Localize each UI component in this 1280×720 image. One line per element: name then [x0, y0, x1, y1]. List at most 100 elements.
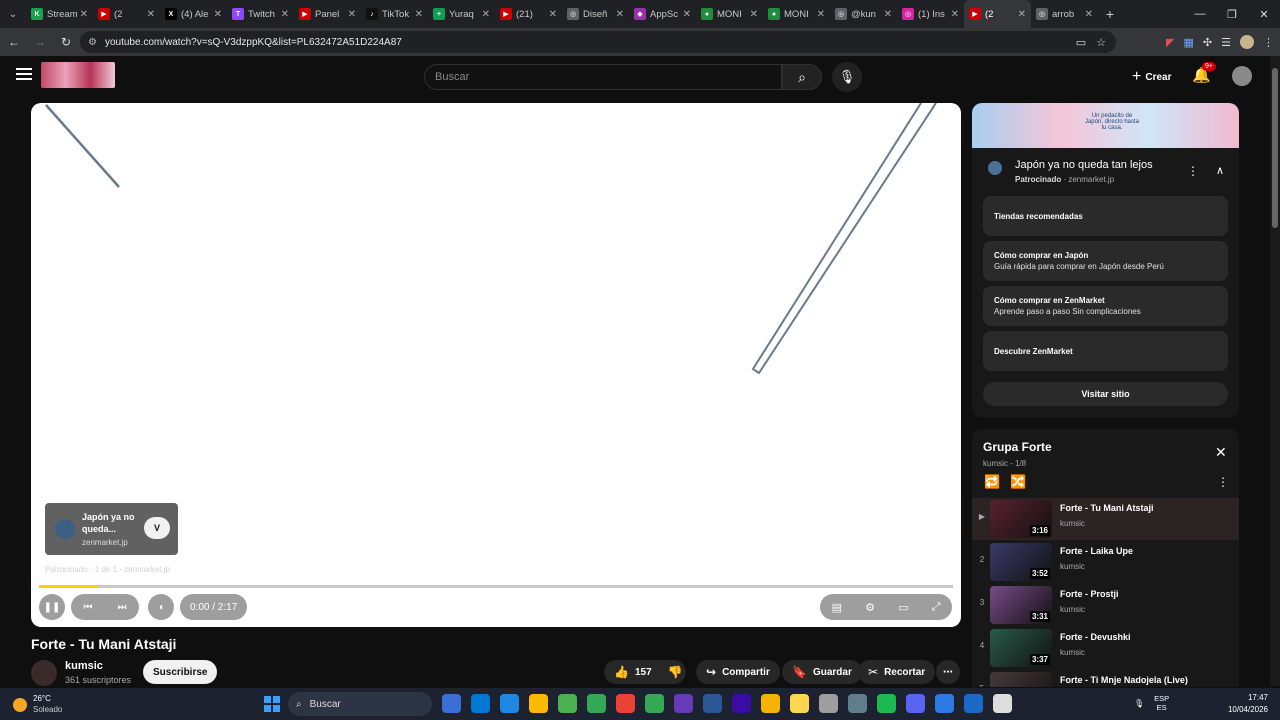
taskbar-app-icon[interactable]: [848, 694, 867, 713]
taskbar-app-icon[interactable]: [819, 694, 838, 713]
channel-avatar[interactable]: [31, 660, 57, 686]
ad-title[interactable]: Japón ya no queda tan lejos: [1015, 159, 1153, 171]
minimize-icon[interactable]: —: [1184, 0, 1216, 28]
tab-close-icon[interactable]: ✕: [147, 9, 155, 20]
subscribe-button[interactable]: Suscribirse: [143, 660, 218, 684]
video-thumbnail[interactable]: 3:37: [990, 629, 1052, 667]
taskbar-app-icon[interactable]: [529, 694, 548, 713]
taskbar-app-icon[interactable]: [645, 694, 664, 713]
browser-tab[interactable]: ◎ @kun ✕: [830, 0, 897, 28]
tab-close-icon[interactable]: ✕: [549, 9, 557, 20]
progress-bar[interactable]: [39, 585, 953, 588]
like-count[interactable]: 157: [635, 667, 652, 678]
loop-icon[interactable]: 🔁: [984, 474, 1000, 490]
taskbar-app-icon[interactable]: [761, 694, 780, 713]
taskbar-app-icon[interactable]: [993, 694, 1012, 713]
dislike-icon[interactable]: 👎: [668, 665, 683, 679]
previous-icon[interactable]: ⏮: [84, 602, 93, 613]
like-icon[interactable]: 👍: [614, 665, 629, 679]
create-button[interactable]: + Crear: [1124, 64, 1179, 90]
playlist-item[interactable]: ▶ 3:16 Forte - Tu Mani Atstaji kumsic: [972, 498, 1239, 540]
browser-tab[interactable]: ▶ (21) ✕: [495, 0, 562, 28]
maximize-icon[interactable]: ❐: [1216, 0, 1248, 28]
settings-gear-icon[interactable]: ⚙: [865, 601, 875, 614]
browser-tab[interactable]: T Twitch ✕: [227, 0, 294, 28]
tab-close-icon[interactable]: ✕: [951, 9, 959, 20]
playlist-item[interactable]: 4 3:37 Forte - Devushki kumsic: [972, 627, 1239, 669]
taskbar-app-icon[interactable]: [703, 694, 722, 713]
browser-tab[interactable]: ♪ TikTok ✕: [361, 0, 428, 28]
ad-sitelink[interactable]: Tiendas recomendadas: [983, 196, 1228, 236]
video-thumbnail[interactable]: [990, 672, 1052, 687]
clip-button[interactable]: ✂ Recortar: [858, 660, 936, 684]
taskbar-app-icon[interactable]: [587, 694, 606, 713]
browser-tab[interactable]: ▶ Panel ✕: [294, 0, 361, 28]
taskbar-app-icon[interactable]: [790, 694, 809, 713]
browser-tab[interactable]: ▶ (2 ✕: [93, 0, 160, 28]
video-thumbnail[interactable]: 3:16: [990, 500, 1052, 538]
browser-tab[interactable]: X (4) Ale ✕: [160, 0, 227, 28]
tab-close-icon[interactable]: ✕: [1085, 9, 1093, 20]
more-actions-icon[interactable]: ⋯: [936, 660, 960, 684]
new-tab-button[interactable]: +: [1098, 6, 1122, 22]
browser-tab[interactable]: ▶ (2 ✕: [964, 0, 1031, 28]
playlist-item[interactable]: 5 Forte - Ti Mnje Nadojela (Live): [972, 670, 1239, 687]
search-icon[interactable]: ⌕: [782, 64, 822, 90]
ad-visit-button[interactable]: V: [144, 517, 170, 539]
tab-search-icon[interactable]: ⌄: [0, 0, 26, 28]
extension-icon[interactable]: ◤: [1166, 36, 1174, 49]
shuffle-icon[interactable]: 🔀: [1010, 474, 1026, 490]
browser-tab[interactable]: K Stream ✕: [26, 0, 93, 28]
channel-name[interactable]: kumsic: [65, 660, 103, 672]
volume-icon[interactable]: ◖: [148, 594, 174, 620]
playlist-item[interactable]: 3 3:31 Forte - Prostji kumsic: [972, 584, 1239, 626]
next-icon[interactable]: ⏭: [118, 602, 127, 613]
tab-close-icon[interactable]: ✕: [80, 9, 88, 20]
pause-button[interactable]: ❚❚: [39, 594, 65, 620]
weather-widget[interactable]: 26°C Soleado: [13, 692, 73, 716]
browser-tab[interactable]: ◆ AppSc ✕: [629, 0, 696, 28]
profile-avatar[interactable]: [1240, 35, 1254, 49]
taskbar-app-icon[interactable]: [442, 694, 461, 713]
taskbar-app-icon[interactable]: [674, 694, 693, 713]
tab-close-icon[interactable]: ✕: [1018, 9, 1026, 20]
page-scrollbar[interactable]: [1270, 56, 1280, 686]
video-thumbnail[interactable]: 3:31: [990, 586, 1052, 624]
channel-logo-doodle[interactable]: [41, 62, 115, 88]
taskbar-app-icon[interactable]: [935, 694, 954, 713]
playlist-title[interactable]: Grupa Forte: [983, 440, 1052, 454]
browser-tab[interactable]: ◎ arrob ✕: [1031, 0, 1098, 28]
playlist-item[interactable]: 2 3:52 Forte - Laika Upe kumsic: [972, 541, 1239, 583]
taskbar-app-icon[interactable]: [471, 694, 490, 713]
scrollbar-thumb[interactable]: [1272, 68, 1278, 228]
video-player[interactable]: Japón ya no queda... zenmarket.jp V Patr…: [31, 103, 961, 627]
ad-sitelink[interactable]: Cómo comprar en Japón Guía rápida para co…: [983, 241, 1228, 281]
chrome-menu-icon[interactable]: ⋮: [1263, 36, 1274, 49]
fullscreen-icon[interactable]: ⤢: [932, 601, 941, 614]
taskbar-app-icon[interactable]: [964, 694, 983, 713]
save-button[interactable]: 🔖 Guardar: [782, 660, 862, 684]
browser-tab[interactable]: ● MONI ✕: [696, 0, 763, 28]
taskbar-app-icon[interactable]: [906, 694, 925, 713]
tab-close-icon[interactable]: ✕: [348, 9, 356, 20]
visit-site-button[interactable]: Visitar sitio: [983, 382, 1228, 406]
microphone-icon[interactable]: 🎙: [832, 62, 862, 92]
tab-close-icon[interactable]: ✕: [415, 9, 423, 20]
translate-icon[interactable]: ▦: [1184, 36, 1194, 49]
ad-more-icon[interactable]: ⋮: [1187, 164, 1199, 178]
close-icon[interactable]: ✕: [1215, 444, 1227, 461]
browser-tab[interactable]: ● MONI ✕: [763, 0, 830, 28]
theater-mode-icon[interactable]: ▭: [898, 601, 908, 614]
language-indicator[interactable]: ESP ES: [1154, 694, 1169, 712]
ad-overlay-card[interactable]: Japón ya no queda... zenmarket.jp V: [45, 503, 178, 555]
close-window-icon[interactable]: ✕: [1248, 0, 1280, 28]
tab-close-icon[interactable]: ✕: [616, 9, 624, 20]
menu-icon[interactable]: [16, 68, 32, 80]
windows-start-icon[interactable]: [264, 696, 280, 712]
browser-tab[interactable]: ◎ Diseñ ✕: [562, 0, 629, 28]
tab-close-icon[interactable]: ✕: [683, 9, 691, 20]
url-text[interactable]: youtube.com/watch?v=sQ-V3dzppKQ&list=PL6…: [105, 37, 1076, 48]
ad-sitelink[interactable]: Cómo comprar en ZenMarket Aprende paso a …: [983, 286, 1228, 326]
browser-tab[interactable]: + Yuraq ✕: [428, 0, 495, 28]
share-button[interactable]: ↪ Compartir: [696, 660, 780, 684]
